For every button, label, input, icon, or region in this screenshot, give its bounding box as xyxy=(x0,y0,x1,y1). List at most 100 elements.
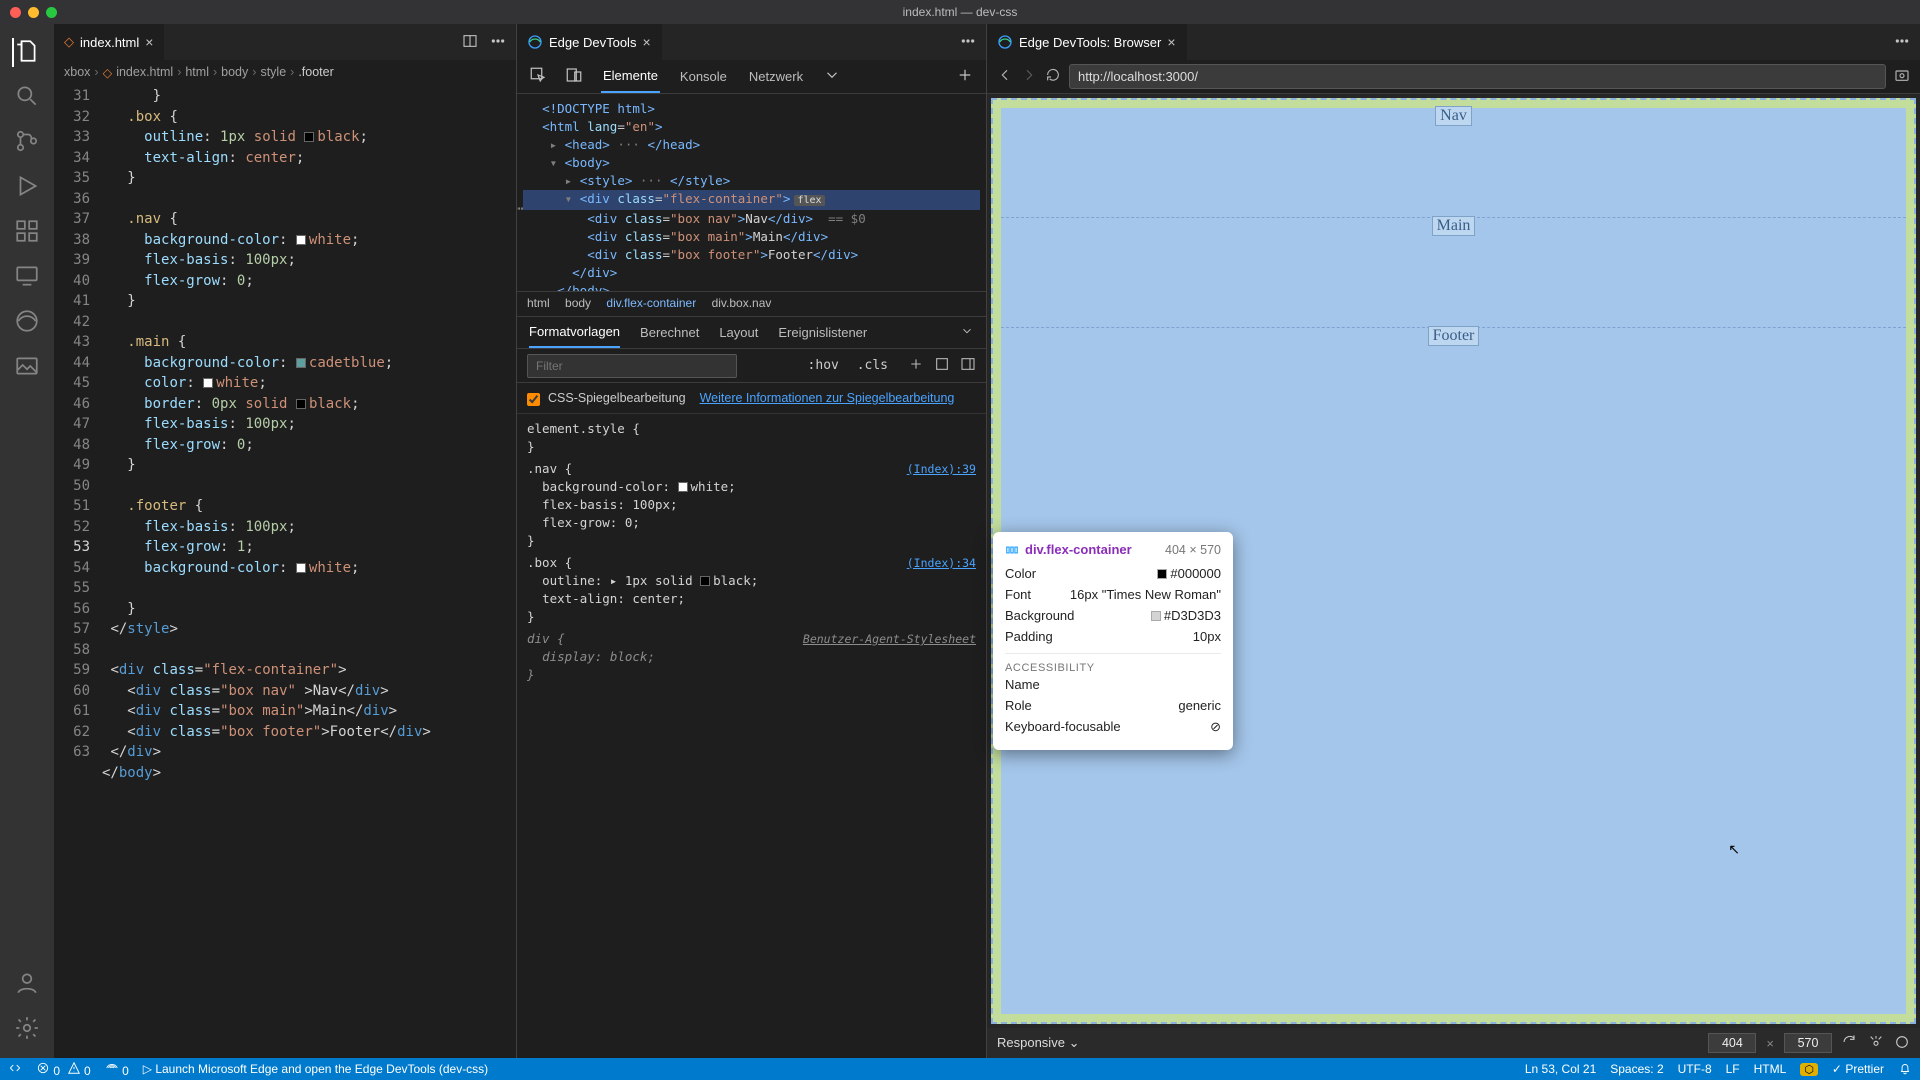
rotate-icon[interactable] xyxy=(1842,1034,1858,1053)
toggle-computed-icon[interactable] xyxy=(934,356,950,375)
indentation[interactable]: Spaces: 2 xyxy=(1610,1062,1663,1076)
viewport-width-input[interactable] xyxy=(1708,1033,1756,1053)
explorer-icon[interactable] xyxy=(12,38,40,67)
ports-indicator[interactable]: 0 xyxy=(105,1061,129,1078)
more-actions-icon[interactable] xyxy=(1894,33,1910,52)
dom-path-item[interactable]: div.box.nav xyxy=(712,296,772,310)
close-window-button[interactable] xyxy=(10,7,21,18)
cursor-position[interactable]: Ln 53, Col 21 xyxy=(1525,1062,1596,1076)
styles-filter-input[interactable] xyxy=(527,354,737,378)
more-actions-icon[interactable] xyxy=(960,33,976,52)
breadcrumb-item[interactable]: index.html xyxy=(116,65,173,79)
rule-selector[interactable]: .box { xyxy=(527,555,572,570)
rule-source-link[interactable]: (Index):34 xyxy=(907,554,976,572)
dom-breadcrumb[interactable]: html body div.flex-container div.box.nav xyxy=(517,292,986,317)
emulate-vision-icon[interactable] xyxy=(1868,1034,1884,1053)
browser-tabrow: Edge DevTools: Browser × xyxy=(987,24,1920,60)
tab-console[interactable]: Konsole xyxy=(678,61,729,92)
window-title: index.html — dev-css xyxy=(903,5,1018,19)
inspect-dimensions: 404 × 570 xyxy=(1165,543,1221,557)
source-control-icon[interactable] xyxy=(14,128,40,157)
dom-tree[interactable]: ⋯ <!DOCTYPE html> <html lang="en"> ▸ <he… xyxy=(517,94,986,292)
extensions-icon[interactable] xyxy=(14,218,40,247)
run-debug-icon[interactable] xyxy=(14,173,40,202)
code-content[interactable]: } .box { outline: 1px solid black; text-… xyxy=(98,84,516,1058)
ellipsis-icon[interactable]: ⋯ xyxy=(517,200,523,218)
dom-path-item[interactable]: body xyxy=(565,296,591,310)
breadcrumb-item[interactable]: .footer xyxy=(298,65,333,79)
browser-viewport[interactable]: Nav Main Footer ↖ div.flex-container 404… xyxy=(987,94,1920,1028)
tab-network[interactable]: Netzwerk xyxy=(747,61,805,92)
minimize-window-button[interactable] xyxy=(28,7,39,18)
encoding[interactable]: UTF-8 xyxy=(1678,1062,1712,1076)
nav-forward-icon[interactable] xyxy=(1021,67,1037,86)
split-editor-icon[interactable] xyxy=(462,33,478,52)
flex-badge[interactable]: flex xyxy=(794,195,824,206)
problems-indicator[interactable]: 0 0 xyxy=(36,1061,91,1078)
launch-edge-button[interactable]: ▷ Launch Microsoft Edge and open the Edg… xyxy=(143,1062,488,1076)
prettier-status[interactable]: ✓ Prettier xyxy=(1832,1062,1884,1076)
traffic-lights xyxy=(10,7,57,18)
styles-filter-row: :hov .cls xyxy=(517,349,986,383)
accounts-icon[interactable] xyxy=(14,970,40,999)
styles-pane[interactable]: element.style { } (Index):39 .nav { back… xyxy=(517,414,986,1058)
css-mirror-checkbox[interactable] xyxy=(527,393,540,406)
page-box-main: Main xyxy=(1432,216,1476,236)
chevron-down-icon: ⌄ xyxy=(1069,1035,1080,1050)
image-preview-icon[interactable] xyxy=(14,353,40,382)
zoom-window-button[interactable] xyxy=(46,7,57,18)
language-mode[interactable]: HTML xyxy=(1754,1062,1787,1076)
flex-icon xyxy=(1005,543,1019,557)
rule-selector[interactable]: element.style { xyxy=(527,421,640,436)
breadcrumb-item[interactable]: html xyxy=(185,65,209,79)
browser-tab[interactable]: Edge DevTools: Browser × xyxy=(987,24,1187,60)
hov-toggle[interactable]: :hov xyxy=(808,358,839,373)
new-style-rule-icon[interactable] xyxy=(908,356,924,375)
eol[interactable]: LF xyxy=(1726,1062,1740,1076)
close-icon[interactable]: × xyxy=(1167,34,1175,50)
code-editor[interactable]: 3132333435363738394041424344454647484950… xyxy=(54,84,516,1058)
dom-path-item[interactable]: div.flex-container xyxy=(606,296,696,310)
emulate-css-icon[interactable] xyxy=(1894,1034,1910,1053)
breadcrumb-item[interactable]: body xyxy=(221,65,248,79)
toggle-sidebar-icon[interactable] xyxy=(960,356,976,375)
edge-tools-icon[interactable] xyxy=(14,308,40,337)
rule-selector[interactable]: .nav { xyxy=(527,461,572,476)
cursor-icon: ↖ xyxy=(1728,841,1740,858)
notifications-icon[interactable] xyxy=(1898,1061,1912,1078)
close-icon[interactable]: × xyxy=(145,34,153,50)
editor-tab-index[interactable]: ◇ index.html × xyxy=(54,24,164,60)
viewport-height-input[interactable] xyxy=(1784,1033,1832,1053)
nav-back-icon[interactable] xyxy=(997,67,1013,86)
breadcrumb[interactable]: xbox› ◇index.html› html› body› style› .f… xyxy=(54,60,516,84)
browser-tab-label: Edge DevTools: Browser xyxy=(1019,35,1161,50)
inspect-element-icon[interactable] xyxy=(529,66,547,87)
screenshot-icon[interactable] xyxy=(1894,67,1910,86)
more-tabs-icon[interactable] xyxy=(960,324,974,341)
device-toolbar-icon[interactable] xyxy=(565,66,583,87)
add-tab-icon[interactable] xyxy=(956,66,974,87)
close-icon[interactable]: × xyxy=(642,34,650,50)
tabnine-badge[interactable]: ⬡ xyxy=(1800,1063,1818,1076)
remote-explorer-icon[interactable] xyxy=(14,263,40,292)
tab-listeners[interactable]: Ereignislistener xyxy=(778,318,867,347)
settings-gear-icon[interactable] xyxy=(14,1015,40,1044)
breadcrumb-item[interactable]: xbox xyxy=(64,65,90,79)
css-mirror-link[interactable]: Weitere Informationen zur Spiegelbearbei… xyxy=(700,391,955,405)
remote-indicator[interactable] xyxy=(8,1061,22,1078)
tab-elements[interactable]: Elemente xyxy=(601,60,660,93)
devtools-tab[interactable]: Edge DevTools × xyxy=(517,24,662,60)
tab-layout[interactable]: Layout xyxy=(719,318,758,347)
more-tabs-icon[interactable] xyxy=(823,66,841,87)
url-input[interactable] xyxy=(1069,64,1886,89)
dom-path-item[interactable]: html xyxy=(527,296,550,310)
more-actions-icon[interactable] xyxy=(490,33,506,52)
reload-icon[interactable] xyxy=(1045,67,1061,86)
tab-computed[interactable]: Berechnet xyxy=(640,318,699,347)
search-icon[interactable] xyxy=(14,83,40,112)
rule-source-link[interactable]: (Index):39 xyxy=(907,460,976,478)
tab-styles[interactable]: Formatvorlagen xyxy=(529,317,620,348)
responsive-dropdown[interactable]: Responsive ⌄ xyxy=(997,1035,1079,1051)
breadcrumb-item[interactable]: style xyxy=(260,65,286,79)
cls-toggle[interactable]: .cls xyxy=(857,358,888,373)
